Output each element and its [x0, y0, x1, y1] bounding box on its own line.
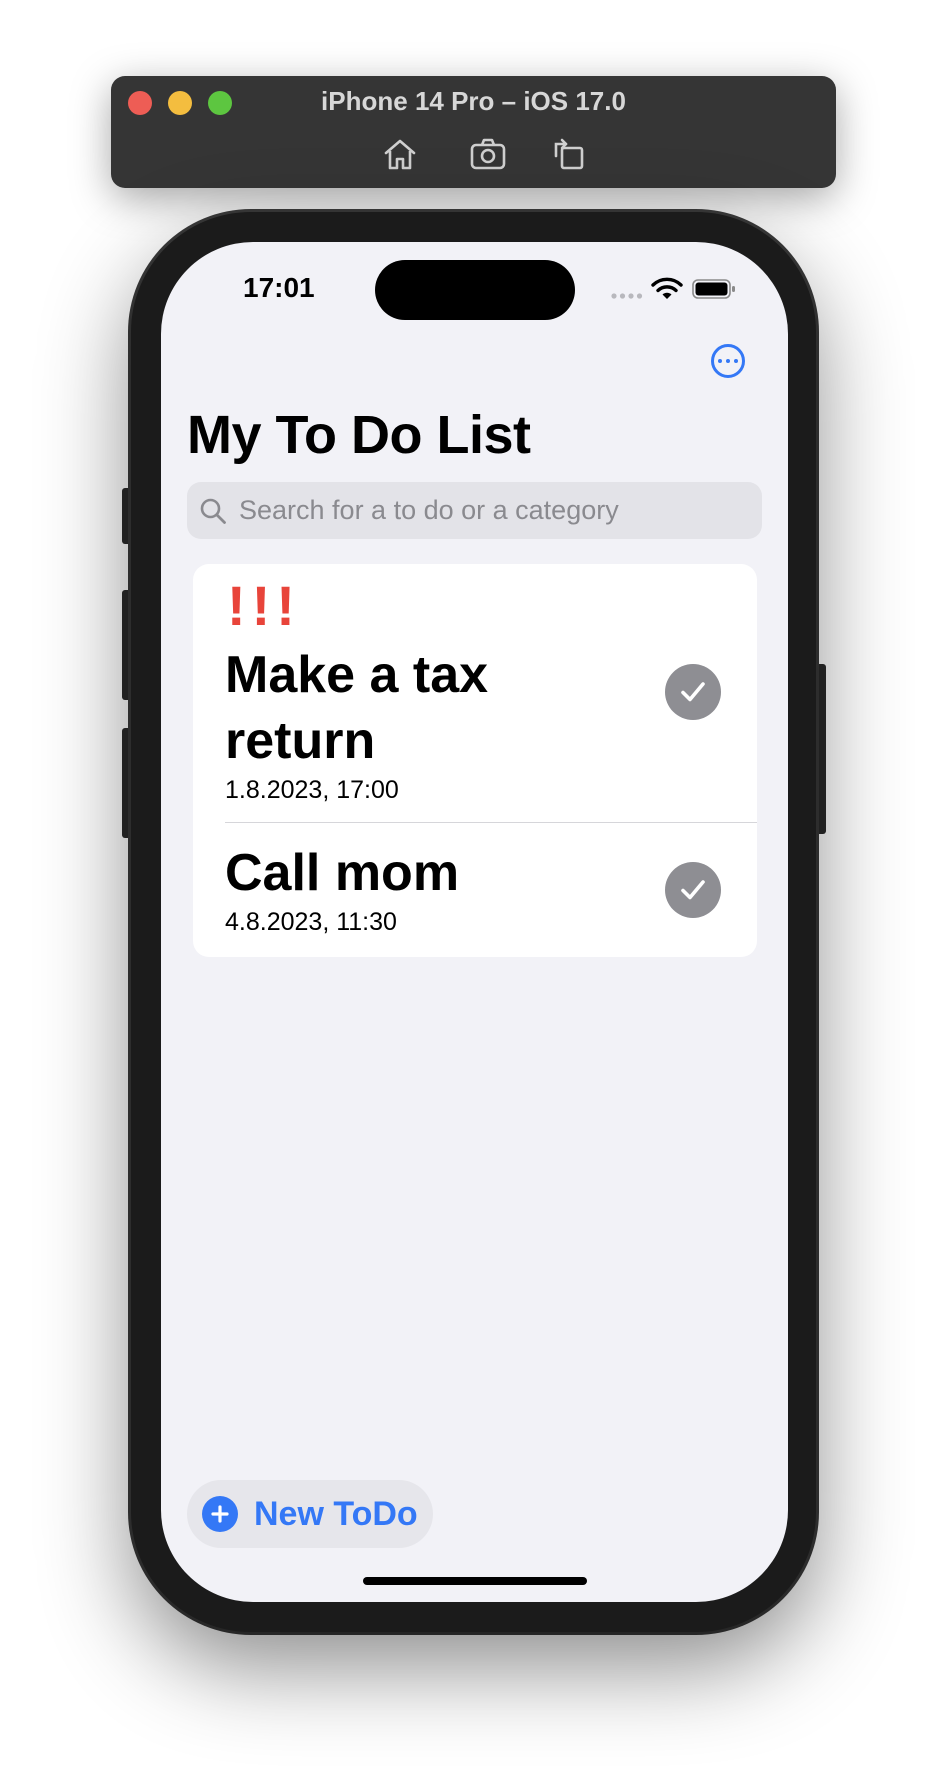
rotate-icon[interactable]: [548, 134, 588, 174]
search-input[interactable]: [237, 494, 721, 527]
checkmark-icon: [681, 682, 705, 702]
complete-todo-button[interactable]: [665, 862, 721, 918]
home-indicator: [363, 1577, 587, 1585]
todo-date: 4.8.2023, 11:30: [225, 908, 397, 936]
todo-row[interactable]: Call mom 4.8.2023, 11:30: [193, 822, 757, 957]
page-title: My To Do List: [187, 405, 531, 465]
power-button: [816, 664, 826, 834]
search-icon: [200, 498, 226, 524]
todo-title: Call mom: [225, 844, 460, 902]
simulator-title: iPhone 14 Pro – iOS 17.0: [321, 86, 626, 116]
home-icon[interactable]: [380, 134, 420, 174]
plus-circle-icon: [202, 1496, 238, 1532]
status-time: 17:01: [243, 272, 315, 303]
todo-list: !!! Make a tax return 1.8.2023, 17:00 Ca…: [193, 564, 757, 957]
priority-indicator: !!!: [227, 574, 301, 637]
new-todo-label: New ToDo: [254, 1494, 418, 1533]
cellular-signal-icon: [611, 293, 643, 299]
search-bar[interactable]: [187, 482, 762, 539]
screenshot-icon[interactable]: [468, 134, 508, 174]
new-todo-button[interactable]: New ToDo: [187, 1480, 433, 1548]
todo-row[interactable]: !!! Make a tax return 1.8.2023, 17:00: [193, 564, 757, 822]
battery-icon: [692, 279, 735, 299]
wifi-icon: [651, 277, 683, 299]
todo-title: Make a tax return: [225, 646, 489, 770]
todo-date: 1.8.2023, 17:00: [225, 776, 399, 804]
dynamic-island: [375, 260, 575, 320]
checkmark-icon: [681, 880, 705, 900]
complete-todo-button[interactable]: [665, 664, 721, 720]
device-screen: 17:01 My To Do List !!! Make a tax retur…: [161, 242, 788, 1602]
more-options-icon[interactable]: [711, 344, 745, 378]
